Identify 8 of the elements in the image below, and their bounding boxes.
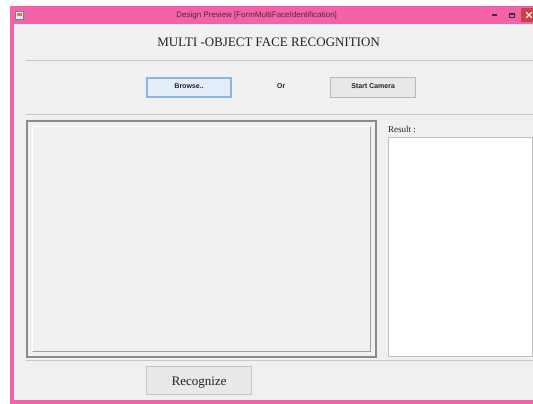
close-button[interactable] xyxy=(521,8,533,22)
window-title: Design Preview [FormMultiFaceIdentification] xyxy=(176,10,337,19)
close-icon xyxy=(526,12,532,18)
recognize-button[interactable]: Recognize xyxy=(146,366,252,395)
app-icon xyxy=(15,10,24,20)
maximize-button[interactable] xyxy=(507,10,517,20)
result-label: Result : xyxy=(388,123,417,135)
heading: MULTI -OBJECT FACE RECOGNITION xyxy=(157,33,380,52)
